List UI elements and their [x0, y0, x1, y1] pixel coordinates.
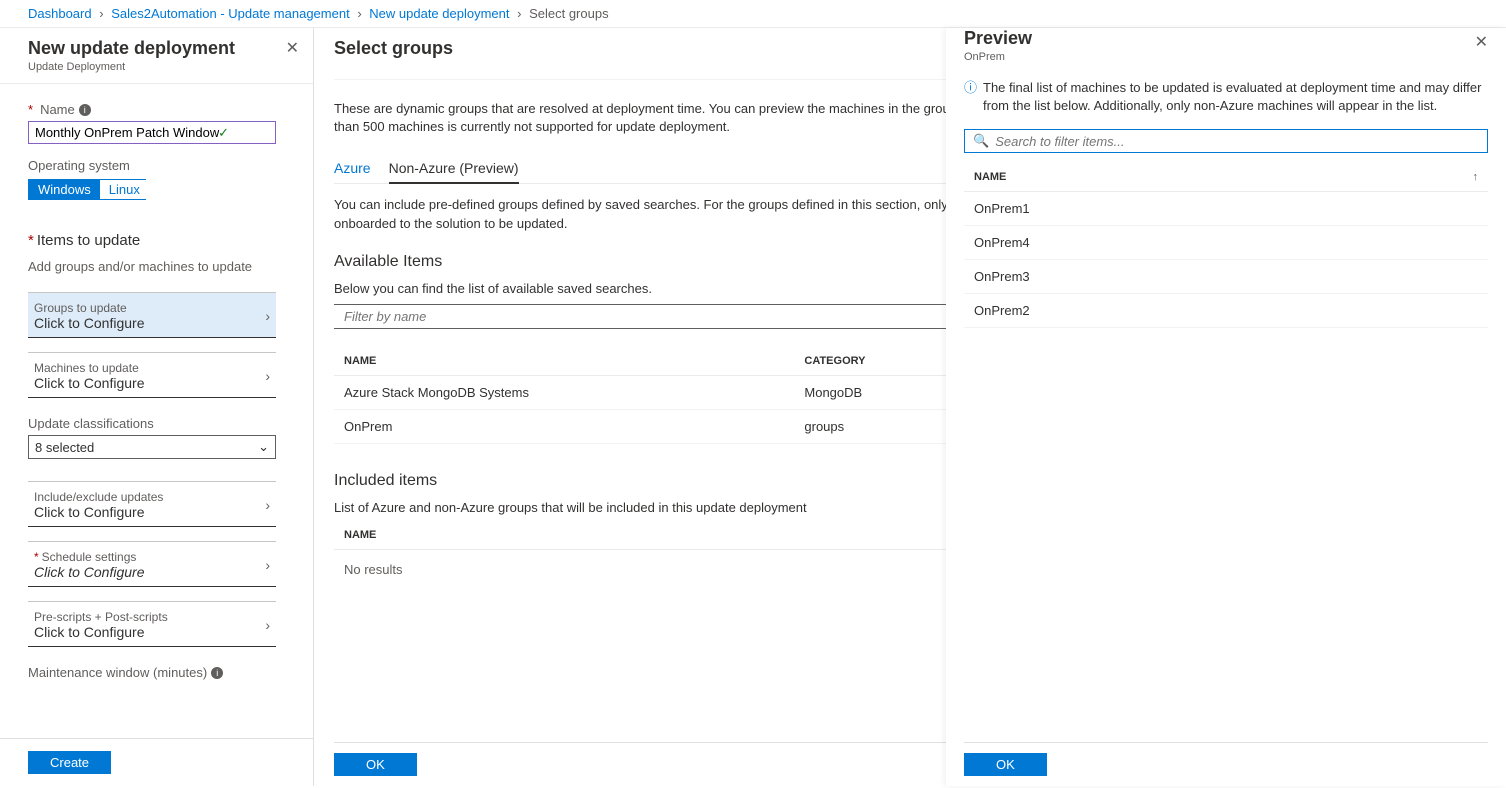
table-row[interactable]: OnPrem3: [964, 260, 1488, 294]
panel-title: New update deployment: [28, 38, 235, 59]
groups-to-update-item[interactable]: Groups to update Click to Configure ›: [28, 292, 276, 338]
preview-search-input[interactable]: [995, 134, 1479, 149]
pre-post-scripts-item[interactable]: Pre-scripts + Post-scripts Click to Conf…: [28, 601, 276, 647]
table-row[interactable]: OnPrem1: [964, 192, 1488, 226]
chevron-right-icon: ›: [265, 557, 276, 573]
preview-search[interactable]: 🔍: [964, 129, 1488, 153]
close-icon[interactable]: ✕: [1475, 32, 1488, 52]
search-icon: 🔍: [973, 133, 989, 149]
breadcrumb-link-automation[interactable]: Sales2Automation - Update management: [111, 6, 349, 21]
col-name[interactable]: NAME: [334, 347, 794, 376]
name-label: *Name i: [28, 102, 307, 117]
ok-button[interactable]: OK: [964, 753, 1047, 776]
check-icon: ✓: [218, 125, 229, 141]
preview-panel: Preview OnPrem ✕ ⓘ The final list of mac…: [946, 28, 1506, 786]
breadcrumb-current: Select groups: [529, 6, 609, 21]
classifications-select[interactable]: 8 selected ⌄: [28, 435, 276, 459]
col-name[interactable]: NAME: [334, 521, 967, 550]
chevron-right-icon: ›: [517, 6, 521, 21]
preview-table: NAME↑ OnPrem1 OnPrem4 OnPrem3 OnPrem2: [964, 163, 1488, 328]
os-label: Operating system: [28, 158, 307, 173]
os-toggle: Windows Linux: [28, 179, 146, 200]
chevron-right-icon: ›: [265, 617, 276, 633]
chevron-right-icon: ›: [265, 497, 276, 513]
items-to-update-sub: Add groups and/or machines to update: [28, 259, 307, 274]
maintenance-window-label: Maintenance window (minutes) i: [28, 665, 307, 680]
chevron-right-icon: ›: [265, 368, 276, 384]
info-icon[interactable]: i: [79, 104, 91, 116]
preview-subtitle: OnPrem: [964, 51, 1032, 63]
chevron-right-icon: ›: [99, 6, 103, 21]
ok-button[interactable]: OK: [334, 753, 417, 776]
name-input[interactable]: [28, 121, 276, 144]
machines-to-update-item[interactable]: Machines to update Click to Configure ›: [28, 352, 276, 398]
os-windows-button[interactable]: Windows: [29, 180, 100, 199]
schedule-settings-item[interactable]: *Schedule settings Click to Configure ›: [28, 541, 276, 587]
chevron-down-icon: ⌄: [258, 439, 269, 455]
create-button[interactable]: Create: [28, 751, 111, 774]
sort-icon[interactable]: ↑: [1473, 171, 1479, 183]
preview-title: Preview: [964, 28, 1032, 49]
info-icon[interactable]: i: [211, 667, 223, 679]
tab-non-azure[interactable]: Non-Azure (Preview): [389, 160, 519, 184]
classifications-label: Update classifications: [28, 416, 307, 431]
info-icon: ⓘ: [964, 79, 977, 115]
preview-info: ⓘ The final list of machines to be updat…: [964, 79, 1488, 115]
tab-azure[interactable]: Azure: [334, 160, 371, 183]
items-to-update-title: *Items to update: [28, 232, 307, 249]
new-deployment-panel: New update deployment Update Deployment …: [0, 28, 314, 786]
chevron-right-icon: ›: [357, 6, 361, 21]
table-row[interactable]: OnPrem2: [964, 294, 1488, 328]
chevron-right-icon: ›: [265, 308, 276, 324]
breadcrumb: Dashboard › Sales2Automation - Update ma…: [0, 0, 1506, 28]
panel-subtitle: Update Deployment: [28, 61, 235, 73]
col-name[interactable]: NAME↑: [964, 163, 1488, 192]
close-icon[interactable]: ✕: [286, 38, 299, 58]
table-row[interactable]: OnPrem4: [964, 226, 1488, 260]
include-exclude-item[interactable]: Include/exclude updates Click to Configu…: [28, 481, 276, 527]
os-linux-button[interactable]: Linux: [100, 180, 149, 199]
breadcrumb-link-dashboard[interactable]: Dashboard: [28, 6, 92, 21]
breadcrumb-link-new-update[interactable]: New update deployment: [369, 6, 509, 21]
